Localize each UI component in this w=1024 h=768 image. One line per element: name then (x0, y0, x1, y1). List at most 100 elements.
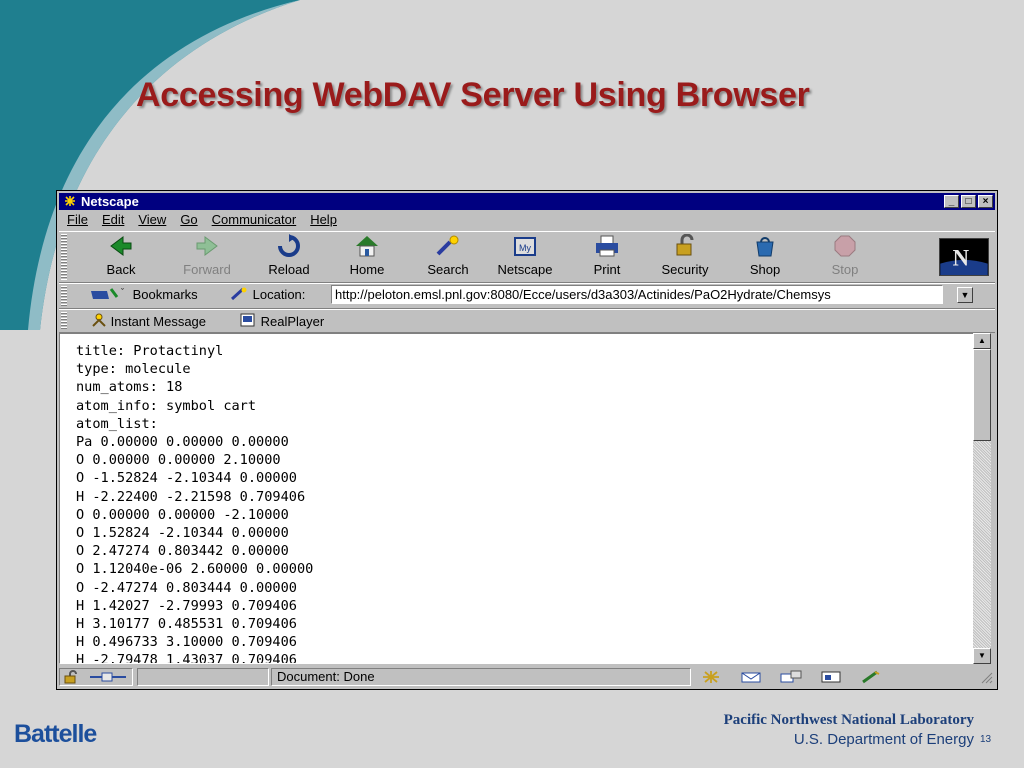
browser-window: Netscape _ □ × File Edit View Go Communi… (56, 190, 998, 690)
menu-view[interactable]: View (138, 212, 166, 230)
print-label: Print (593, 262, 621, 277)
forward-label: Forward (183, 262, 231, 277)
print-icon (596, 235, 618, 257)
scroll-up-button[interactable]: ▲ (973, 333, 991, 349)
content-line: O 0.00000 0.00000 2.10000 (76, 452, 281, 469)
menu-go[interactable]: Go (180, 212, 197, 230)
netscape-app-icon (64, 195, 76, 207)
newsgroups-icon[interactable] (779, 670, 803, 684)
minimize-button[interactable]: _ (944, 195, 959, 208)
netscape-throbber-logo[interactable]: N (939, 238, 989, 276)
menu-file-label: File (67, 212, 88, 227)
menu-help[interactable]: Help (310, 212, 337, 230)
realplayer-icon (240, 313, 255, 327)
netscape-button[interactable]: My Netscape (493, 234, 557, 277)
toolbar-grip[interactable] (61, 234, 67, 280)
svg-text:ˇ: ˇ (121, 287, 124, 297)
page-number: 13 (980, 734, 992, 745)
scroll-down-button[interactable]: ▼ (973, 648, 991, 664)
personal-toolbar: Instant Message RealPlayer (59, 309, 995, 333)
content-line: type: molecule (76, 361, 191, 378)
reload-icon (278, 234, 300, 257)
footer-lab-name: Pacific Northwest National Laboratory (723, 712, 974, 728)
location-icon (230, 287, 247, 301)
content-line: atom_info: symbol cart (76, 397, 257, 414)
print-button[interactable]: Print (575, 234, 639, 277)
menu-edit[interactable]: Edit (102, 212, 124, 230)
content-line: O 2.47274 0.803442 0.00000 (76, 543, 289, 560)
shop-button[interactable]: Shop (733, 234, 797, 277)
back-icon (110, 236, 132, 256)
location-grip[interactable] (61, 286, 67, 306)
content-line: H -2.22400 -2.21598 0.709406 (76, 488, 306, 505)
status-text-box (271, 668, 691, 686)
location-toolbar: ˇ Bookmarks Location: http://peloton.ems… (59, 283, 995, 309)
status-security-box[interactable] (59, 668, 133, 686)
svg-text:N: N (953, 246, 970, 271)
content-line: O 1.12040e-06 2.60000 0.00000 (76, 561, 314, 578)
security-label: Security (661, 262, 709, 277)
content-line: H 0.496733 3.10000 0.709406 (76, 634, 297, 651)
shop-icon (756, 237, 774, 257)
footer-doe: U.S. Department of Energy (793, 731, 974, 748)
reload-button[interactable]: Reload (257, 234, 321, 277)
security-icon (676, 234, 694, 256)
menu-communicator-label: Communicator (211, 212, 297, 227)
maximize-button[interactable]: □ (961, 195, 976, 208)
security-button[interactable]: Security (653, 234, 717, 277)
realplayer-button[interactable]: RealPlayer (239, 313, 324, 329)
connection-icon (90, 672, 126, 682)
netscape-label: Netscape (497, 262, 553, 277)
content-line: num_atoms: 18 (76, 379, 183, 396)
back-label: Back (106, 262, 136, 277)
title-bar[interactable]: Netscape _ □ × (59, 193, 995, 210)
content-line: O -2.47274 0.803444 0.00000 (76, 579, 297, 596)
stop-button[interactable]: Stop (813, 234, 877, 277)
bookmarks-label: Bookmarks (132, 287, 198, 302)
instant-message-icon (92, 313, 106, 327)
menu-help-label: Help (310, 212, 337, 227)
svg-text:My: My (519, 243, 531, 253)
component-bar (699, 668, 969, 686)
scroll-thumb[interactable] (973, 349, 991, 441)
location-label: Location: (252, 287, 306, 302)
composer-icon[interactable] (859, 670, 883, 684)
content-line: O 0.00000 0.00000 -2.10000 (76, 506, 289, 523)
menu-go-label: Go (180, 212, 198, 227)
instant-message-button[interactable]: Instant Message (91, 313, 206, 329)
bookmarks-icon: ˇ (91, 287, 124, 299)
address-book-icon[interactable] (819, 670, 843, 684)
content-line: title: Protactinyl (76, 343, 224, 359)
home-button[interactable]: Home (335, 234, 399, 277)
menu-view-label: View (138, 212, 167, 227)
netscape-icon: My (514, 237, 536, 256)
back-button[interactable]: Back (89, 234, 153, 277)
content-line: H 1.42027 -2.79993 0.709406 (76, 597, 297, 614)
forward-button[interactable]: Forward (175, 234, 239, 277)
url-input[interactable]: http://peloton.emsl.pnl.gov:8080/Ecce/us… (331, 285, 943, 304)
status-bar: Document: Done (59, 667, 995, 687)
vertical-scrollbar[interactable]: ▲ ▼ (973, 333, 991, 664)
page-content[interactable]: title: Protactinyl type: molecule num_at… (59, 333, 976, 664)
document-text: title: Protactinyl type: molecule num_at… (60, 334, 975, 664)
content-line: O -1.52824 -2.10344 0.00000 (76, 470, 297, 487)
resize-grip-icon[interactable] (979, 670, 993, 684)
menu-communicator[interactable]: Communicator (212, 212, 297, 230)
personal-toolbar-grip[interactable] (61, 312, 67, 330)
bookmarks-button[interactable]: ˇ Bookmarks (89, 287, 198, 302)
window-title: Netscape (81, 194, 139, 209)
reload-label: Reload (268, 262, 310, 277)
search-label: Search (427, 262, 469, 277)
navigator-icon[interactable] (699, 670, 723, 684)
search-icon (436, 235, 459, 256)
url-dropdown-button[interactable]: ▼ (957, 287, 973, 303)
close-button[interactable]: × (978, 195, 993, 208)
realplayer-label: RealPlayer (260, 314, 325, 329)
menu-file[interactable]: File (67, 212, 88, 230)
content-line: H -2.79478 1.43037 0.709406 (76, 652, 297, 664)
mail-icon[interactable] (739, 670, 763, 684)
home-label: Home (349, 262, 385, 277)
instant-message-label: Instant Message (110, 314, 207, 329)
content-line: H 3.10177 0.485531 0.709406 (76, 616, 297, 633)
search-button[interactable]: Search (416, 234, 480, 277)
